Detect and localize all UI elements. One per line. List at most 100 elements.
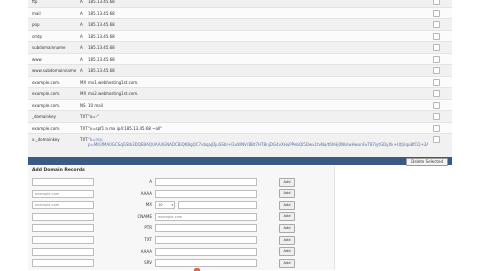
record-host: example.com. [32, 79, 61, 85]
record-select-checkbox[interactable] [433, 78, 440, 86]
host-input[interactable] [32, 212, 94, 221]
add-record-button[interactable]: Add [279, 258, 295, 268]
dns-record-row: ftp A 185.13.45.68 [28, 0, 452, 8]
record-value: mx2.webhosting1st.com. [88, 91, 139, 96]
host-input[interactable]: example.com [32, 189, 94, 198]
dns-record-row: subdomainname A 185.13.45.68 [28, 42, 452, 54]
record-type-label: PTR [144, 225, 152, 231]
record-select-checkbox[interactable] [433, 90, 440, 97]
add-records-title: Add Domain Records [32, 168, 85, 173]
add-record-button[interactable]: Add [279, 212, 295, 222]
record-host: mail [32, 10, 41, 16]
dns-record-row: example.com. MX mx2.webhosting1st.com. [28, 88, 452, 100]
record-select-checkbox[interactable] [433, 55, 440, 63]
record-host: example.com. [32, 102, 61, 108]
add-record-button[interactable]: Add [279, 177, 295, 187]
record-value-input[interactable]: example.com [155, 212, 257, 221]
record-select-checkbox[interactable] [433, 101, 440, 109]
record-select-checkbox[interactable] [433, 44, 440, 51]
record-value: 185.13.45.68 [88, 56, 115, 62]
record-value: 10 mail [88, 102, 103, 108]
dns-record-row: pop A 185.13.45.68 [28, 19, 452, 31]
record-host: pop [32, 22, 40, 27]
record-select-checkbox[interactable] [433, 32, 440, 40]
dns-record-row: example.com. TXT "v=spf1 a mx ip4:185.13.4… [28, 122, 452, 134]
record-value: mx1.webhosting1st.com. [88, 79, 139, 85]
record-value-input[interactable] [155, 224, 257, 233]
record-value: 185.13.45.68 [88, 10, 115, 16]
record-host: _domainkey [32, 114, 56, 119]
add-record-row: A Add [28, 177, 334, 188]
priority-value: 10 [158, 203, 163, 208]
add-record-row: TXT Add [28, 235, 334, 246]
host-input[interactable] [32, 224, 94, 233]
add-domain-records-panel: Add Domain Records A Add example.com AAAA Ad… [28, 166, 335, 270]
record-type-label: A [149, 179, 152, 184]
record-host: example.com. [32, 91, 61, 96]
record-host: subdomainname [32, 45, 66, 50]
record-type-label: MX [145, 202, 152, 208]
add-record-row: example.com AAAA Add [28, 189, 334, 200]
dns-record-row: example.com. NS 10 mail [28, 99, 452, 111]
add-record-row: AAAA Add [28, 247, 334, 258]
delete-selected-button[interactable]: Delete Selected [406, 157, 448, 166]
add-record-row: PTR Add [28, 223, 334, 234]
host-input[interactable] [32, 236, 94, 244]
add-record-button[interactable]: Add [279, 223, 295, 233]
add-record-button[interactable]: Add [279, 189, 295, 199]
dns-record-row: mail A 185.13.45.68 [28, 7, 452, 19]
add-record-row: example.com MX 10 ▾ Add [28, 200, 334, 211]
record-select-checkbox[interactable] [433, 21, 440, 28]
record-select-checkbox[interactable] [433, 136, 440, 143]
record-host: x._domainkey [32, 137, 60, 142]
dns-record-row: smtp A 185.13.45.68 [28, 30, 452, 42]
record-value: "o=-" [88, 114, 99, 119]
record-value-input[interactable] [155, 247, 257, 256]
priority-select[interactable]: 10 ▾ [155, 201, 175, 210]
add-record-row: CNAME example.com Add [28, 212, 334, 223]
record-select-checkbox[interactable] [433, 113, 440, 120]
dns-record-row: _domainkey TXT "o=-" [28, 111, 452, 123]
record-value: 185.13.45.68 [88, 0, 115, 4]
record-value: "v=spf1 a mx ip4:185.13.45.68 ~all" [88, 125, 163, 131]
record-host: ftp [32, 0, 38, 4]
record-value: 185.13.45.68 [88, 45, 115, 50]
record-select-checkbox[interactable] [433, 9, 440, 17]
record-select-checkbox[interactable] [433, 0, 440, 5]
record-value: 185.13.45.68 [88, 68, 115, 73]
add-record-row: SRV Add [28, 258, 334, 269]
record-value-input[interactable] [155, 236, 257, 244]
dns-record-row: example.com. MX mx1.webhosting1st.com. [28, 76, 452, 88]
record-type-label: AAAA [140, 190, 152, 196]
left-gutter [0, 0, 28, 270]
record-type-label: TXT [144, 237, 152, 242]
record-value-input[interactable] [155, 259, 257, 268]
right-gutter [452, 0, 480, 270]
record-value-input[interactable] [155, 189, 257, 198]
add-record-button[interactable]: Add [279, 200, 295, 210]
chevron-down-icon: ▾ [171, 203, 173, 208]
records-toolbar: Delete Selected [28, 157, 452, 166]
record-select-checkbox[interactable] [433, 124, 440, 132]
dns-records-table: ftp A 185.13.45.68 mail A 185.13.45.68 pop A 185… [28, 0, 452, 161]
record-select-checkbox[interactable] [433, 67, 440, 74]
dns-record-row: www.subdomainname A 185.13.45.68 [28, 65, 452, 77]
host-input[interactable] [32, 178, 94, 186]
record-value: 185.13.45.68 [88, 33, 115, 39]
record-value: 185.13.45.68 [88, 22, 115, 27]
host-input[interactable] [32, 247, 94, 256]
dns-record-row: www A 185.13.45.68 [28, 53, 452, 65]
add-record-button[interactable]: Add [279, 235, 295, 245]
host-input[interactable]: example.com [32, 201, 94, 210]
add-record-button[interactable]: Add [279, 247, 295, 257]
record-type-label: AAAA [140, 248, 152, 254]
record-host: www [32, 56, 42, 62]
record-host: www.subdomainname [32, 68, 77, 73]
host-input[interactable] [32, 259, 94, 268]
record-value-input[interactable] [178, 201, 257, 210]
record-type-label: CNAME [137, 213, 153, 219]
record-type-label: SRV [144, 260, 152, 266]
record-value: "k=rsa; p=MIGfMA0GCSqGSIb3DQEBAQUAA4GNAD… [88, 137, 428, 147]
record-value-input[interactable] [155, 178, 257, 186]
record-host: example.com. [32, 125, 61, 131]
